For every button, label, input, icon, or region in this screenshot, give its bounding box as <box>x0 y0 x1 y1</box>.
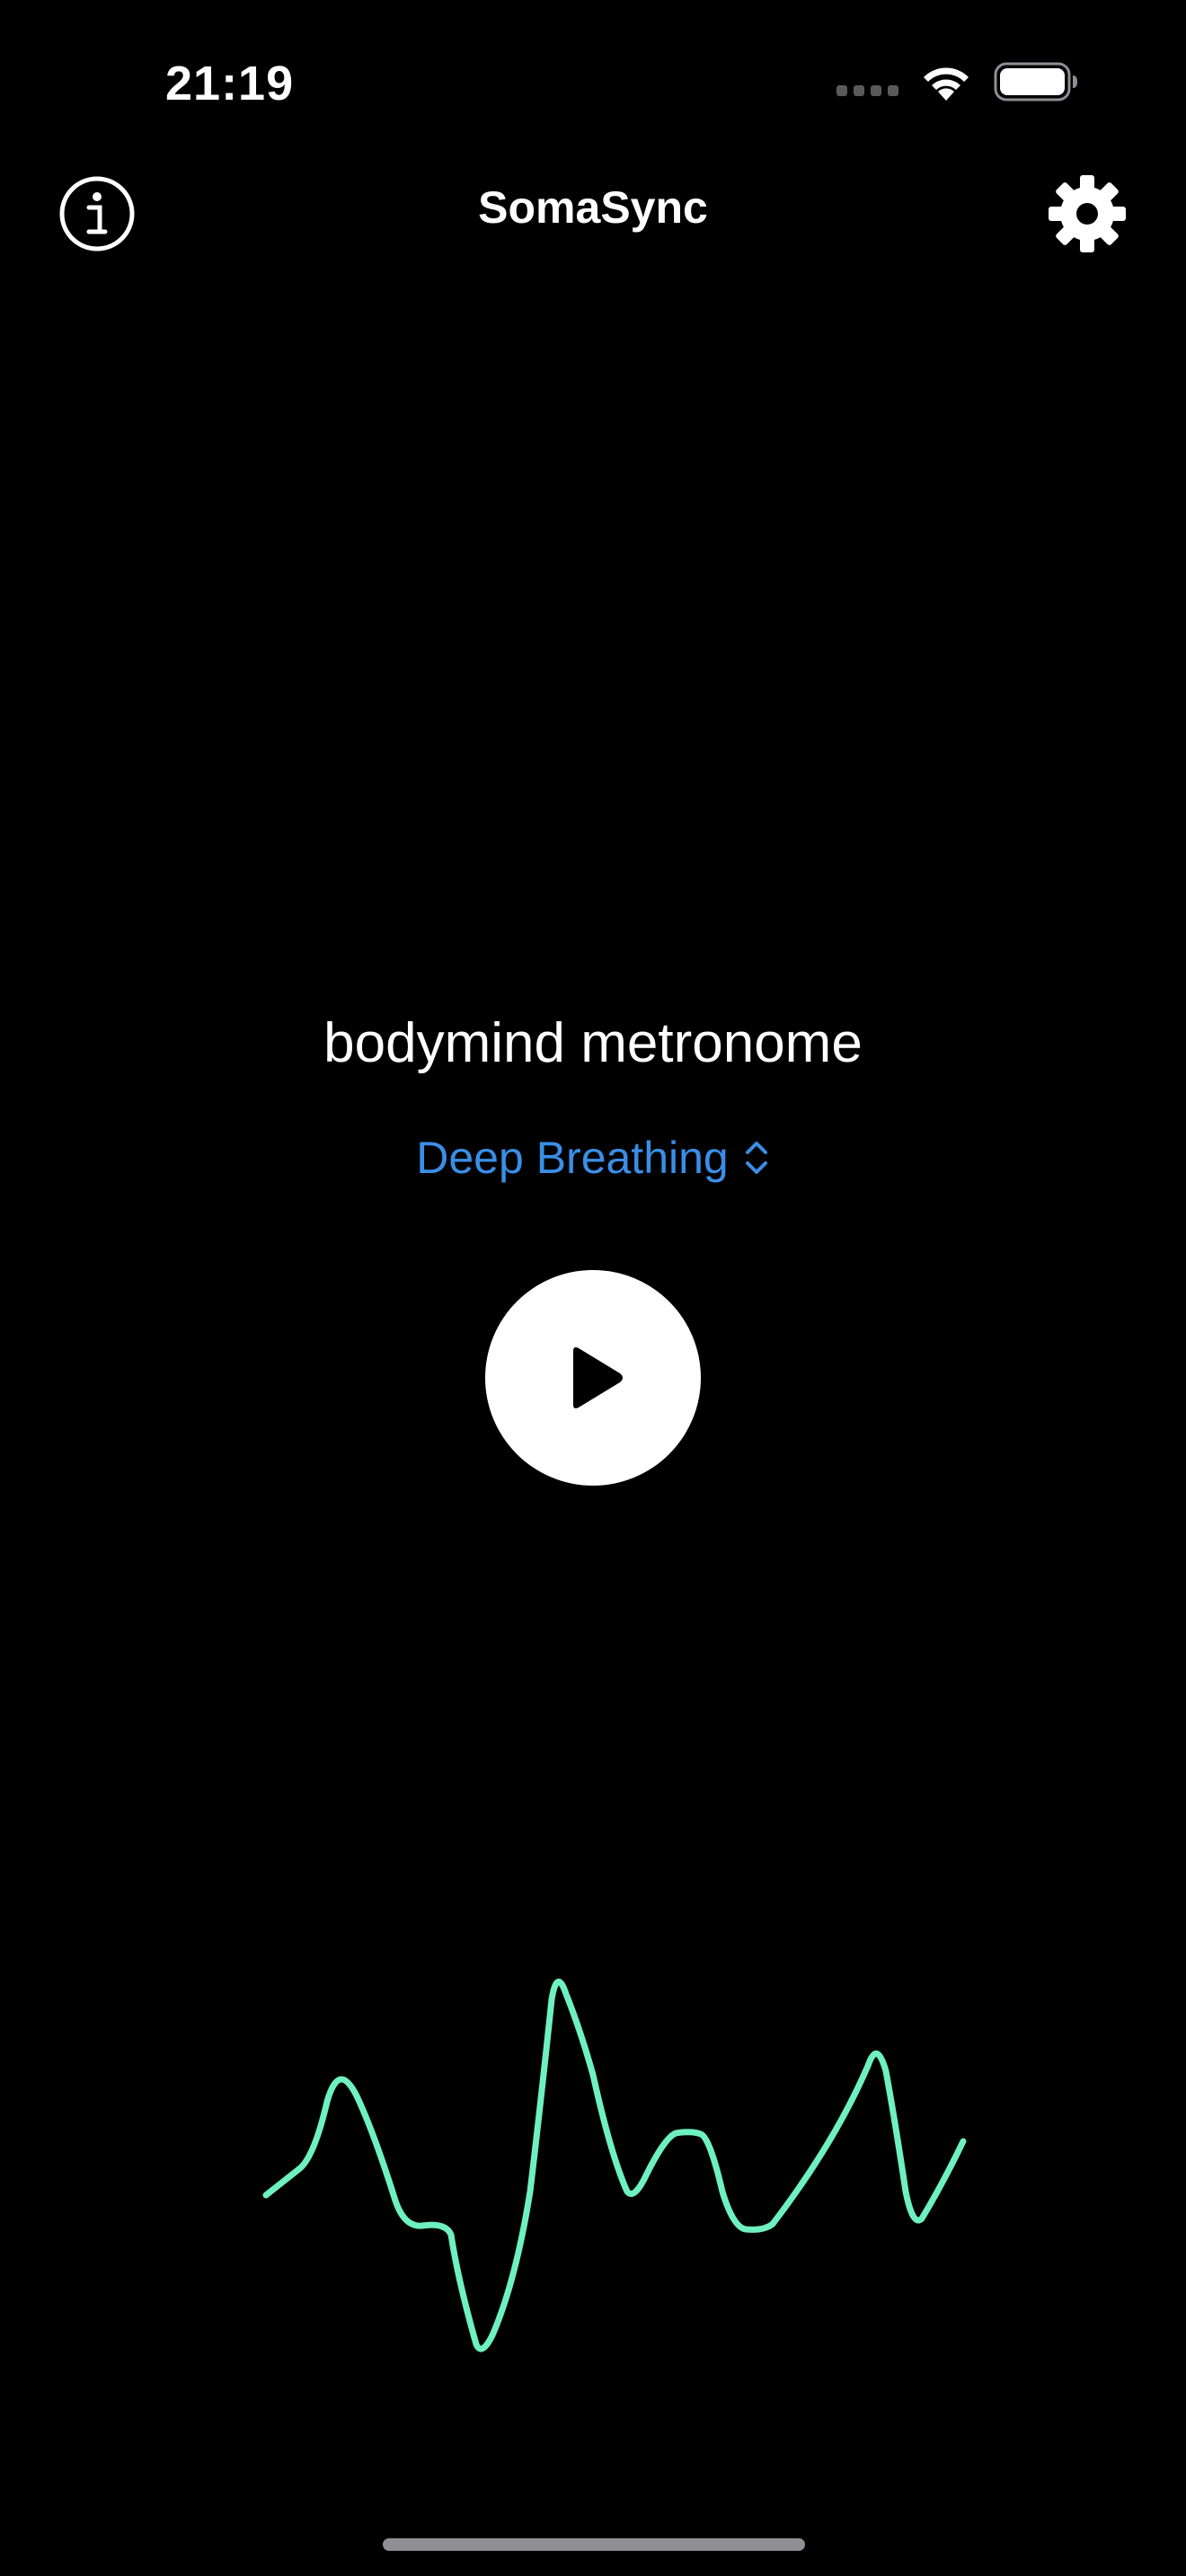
status-time: 21:19 <box>165 57 295 110</box>
waveform-graph <box>262 1979 967 2352</box>
gear-icon <box>1049 175 1126 252</box>
app-subtitle: bodymind metronome <box>323 1012 863 1074</box>
cellular-signal-icon <box>836 85 898 96</box>
nav-title: SomaSync <box>478 182 708 233</box>
breathing-mode-picker[interactable]: Deep Breathing <box>0 1132 1186 1184</box>
settings-button[interactable] <box>1044 171 1130 257</box>
chevron-up-down-icon <box>745 1142 767 1174</box>
nav-bar: SomaSync <box>0 162 1186 260</box>
play-button[interactable] <box>485 1270 701 1486</box>
status-icons <box>836 61 1078 102</box>
home-indicator <box>383 2538 805 2551</box>
status-bar: 21:19 <box>0 0 1186 162</box>
battery-icon <box>994 62 1077 101</box>
play-icon <box>573 1347 623 1408</box>
breathing-mode-label: Deep Breathing <box>416 1133 729 1183</box>
wifi-icon <box>924 67 969 101</box>
